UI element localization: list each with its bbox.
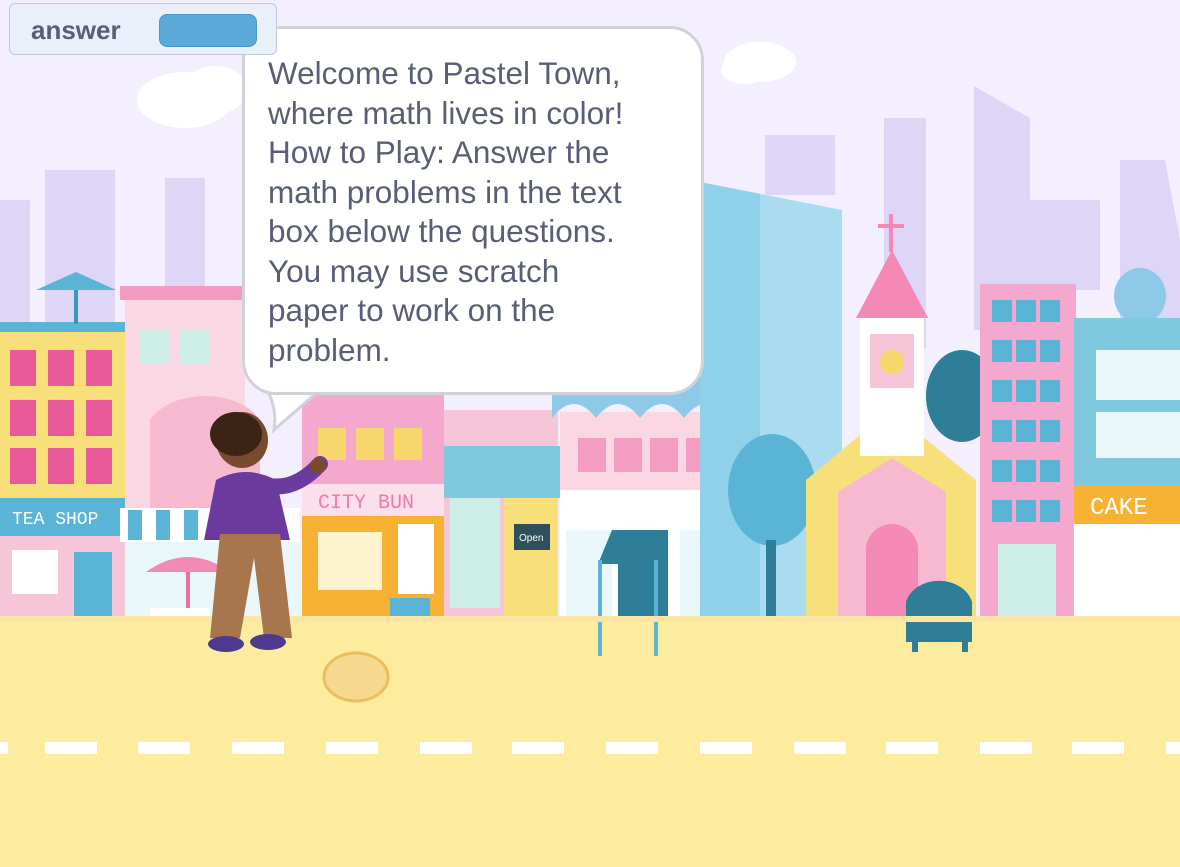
variable-monitor-answer[interactable]: answer (9, 3, 277, 55)
tea-shop-sign: TEA SHOP (12, 510, 98, 530)
tea-shop-building: TEA SHOP (0, 272, 132, 620)
pink-tower-building (980, 284, 1076, 620)
open-shop-building: Open (444, 410, 570, 620)
speech-bubble-text: Welcome to Pastel Town, where math lives… (268, 55, 624, 368)
cake-shop-building: CAKE (1074, 318, 1180, 620)
variable-monitor-value (159, 14, 257, 47)
variable-monitor-label: answer (31, 15, 121, 45)
city-bun-building: CITY BUN (302, 390, 444, 620)
manhole-cover (322, 651, 390, 703)
open-sign: Open (519, 533, 543, 544)
cake-sign: CAKE (1090, 495, 1148, 522)
city-bun-sign: CITY BUN (318, 492, 414, 515)
sidewalk-edge (0, 616, 1180, 622)
